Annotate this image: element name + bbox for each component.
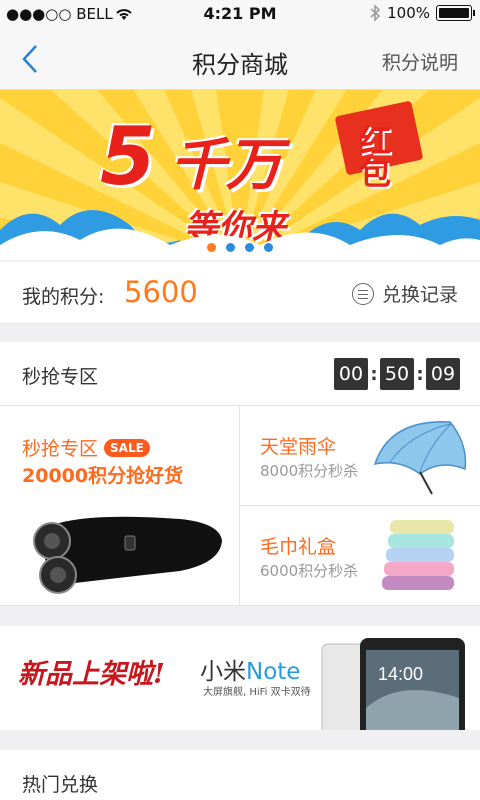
flash-main-title: 秒抢专区: [22, 438, 99, 460]
battery-group: 100%: [369, 4, 475, 22]
new-arrival-slogan: 新品上架啦!: [18, 659, 165, 690]
towel-stack-image: [382, 520, 454, 590]
shaver-image: [33, 516, 222, 594]
battery-percent: 100%: [387, 4, 430, 22]
timer-minutes: 50: [380, 358, 414, 390]
list-icon: [351, 282, 374, 305]
page-dot[interactable]: [207, 243, 216, 252]
points-label: 我的积分:: [22, 286, 105, 308]
timer-hours: 00: [334, 358, 368, 390]
product-prefix: 小米: [200, 659, 246, 685]
banner-badge-text: 红包: [354, 124, 392, 188]
points-info-link[interactable]: 积分说明: [382, 48, 458, 75]
points-row: 我的积分: 5600 兑换记录: [0, 262, 480, 324]
phone-clock-text: 14:00: [378, 664, 423, 684]
flash-main-headline: 20000积分抢好货: [22, 465, 184, 487]
new-arrival-banner[interactable]: 新品上架啦! 小米Note 大屏旗舰, HiFi 双卡双待 14:00: [0, 626, 480, 730]
bluetooth-icon: [370, 4, 381, 22]
points-value: 5600: [124, 275, 198, 309]
flash-item-umbrella[interactable]: 天堂雨伞 8000积分秒杀: [240, 406, 480, 506]
page-dot[interactable]: [245, 243, 254, 252]
phone-image: 14:00: [321, 638, 465, 730]
hot-exchange-section: 热门兑换: [0, 750, 480, 800]
umbrella-image: [373, 421, 467, 495]
countdown-timer: 00 : 50 : 09: [334, 358, 460, 390]
page-dot[interactable]: [264, 243, 273, 252]
flash-sale-title: 秒抢专区: [22, 366, 99, 388]
exchange-record-button[interactable]: 兑换记录: [351, 280, 458, 307]
flash-sale-grid: 秒抢专区 SALE 20000积分抢好货 天堂雨伞 8000积分秒杀 毛巾礼盒 …: [0, 406, 480, 606]
flash-item-name: 天堂雨伞: [260, 436, 337, 458]
timer-separator: :: [370, 363, 378, 385]
sale-badge: SALE: [104, 438, 150, 457]
hot-exchange-title: 热门兑换: [22, 774, 99, 796]
flash-sale-header: 秒抢专区 00 : 50 : 09: [0, 342, 480, 406]
flash-item-price: 8000积分秒杀: [260, 462, 359, 480]
product-title: 小米Note: [200, 652, 300, 686]
flash-item-name: 毛巾礼盒: [260, 536, 337, 558]
nav-bar: 积分商城 积分说明: [0, 28, 480, 90]
page-dot[interactable]: [226, 243, 235, 252]
flash-sale-main-card[interactable]: 秒抢专区 SALE 20000积分抢好货: [0, 406, 240, 606]
flash-item-towel[interactable]: 毛巾礼盒 6000积分秒杀: [240, 506, 480, 606]
timer-separator: :: [416, 363, 424, 385]
status-bar: ●●●○○ BELL 4:21 PM 100%: [0, 0, 480, 28]
exchange-record-label: 兑换记录: [381, 284, 458, 306]
product-spec: 大屏旗舰, HiFi 双卡双待: [203, 687, 311, 698]
banner-line1: 千万: [170, 133, 282, 198]
product-name: Note: [246, 659, 301, 685]
promo-banner[interactable]: 5 千万 红包 等你来: [0, 90, 480, 260]
battery-icon: [436, 5, 475, 21]
flash-item-price: 6000积分秒杀: [260, 562, 359, 580]
timer-seconds: 09: [426, 358, 460, 390]
flash-main-title-row: 秒抢专区 SALE: [22, 434, 150, 461]
banner-page-indicator: [0, 243, 480, 252]
